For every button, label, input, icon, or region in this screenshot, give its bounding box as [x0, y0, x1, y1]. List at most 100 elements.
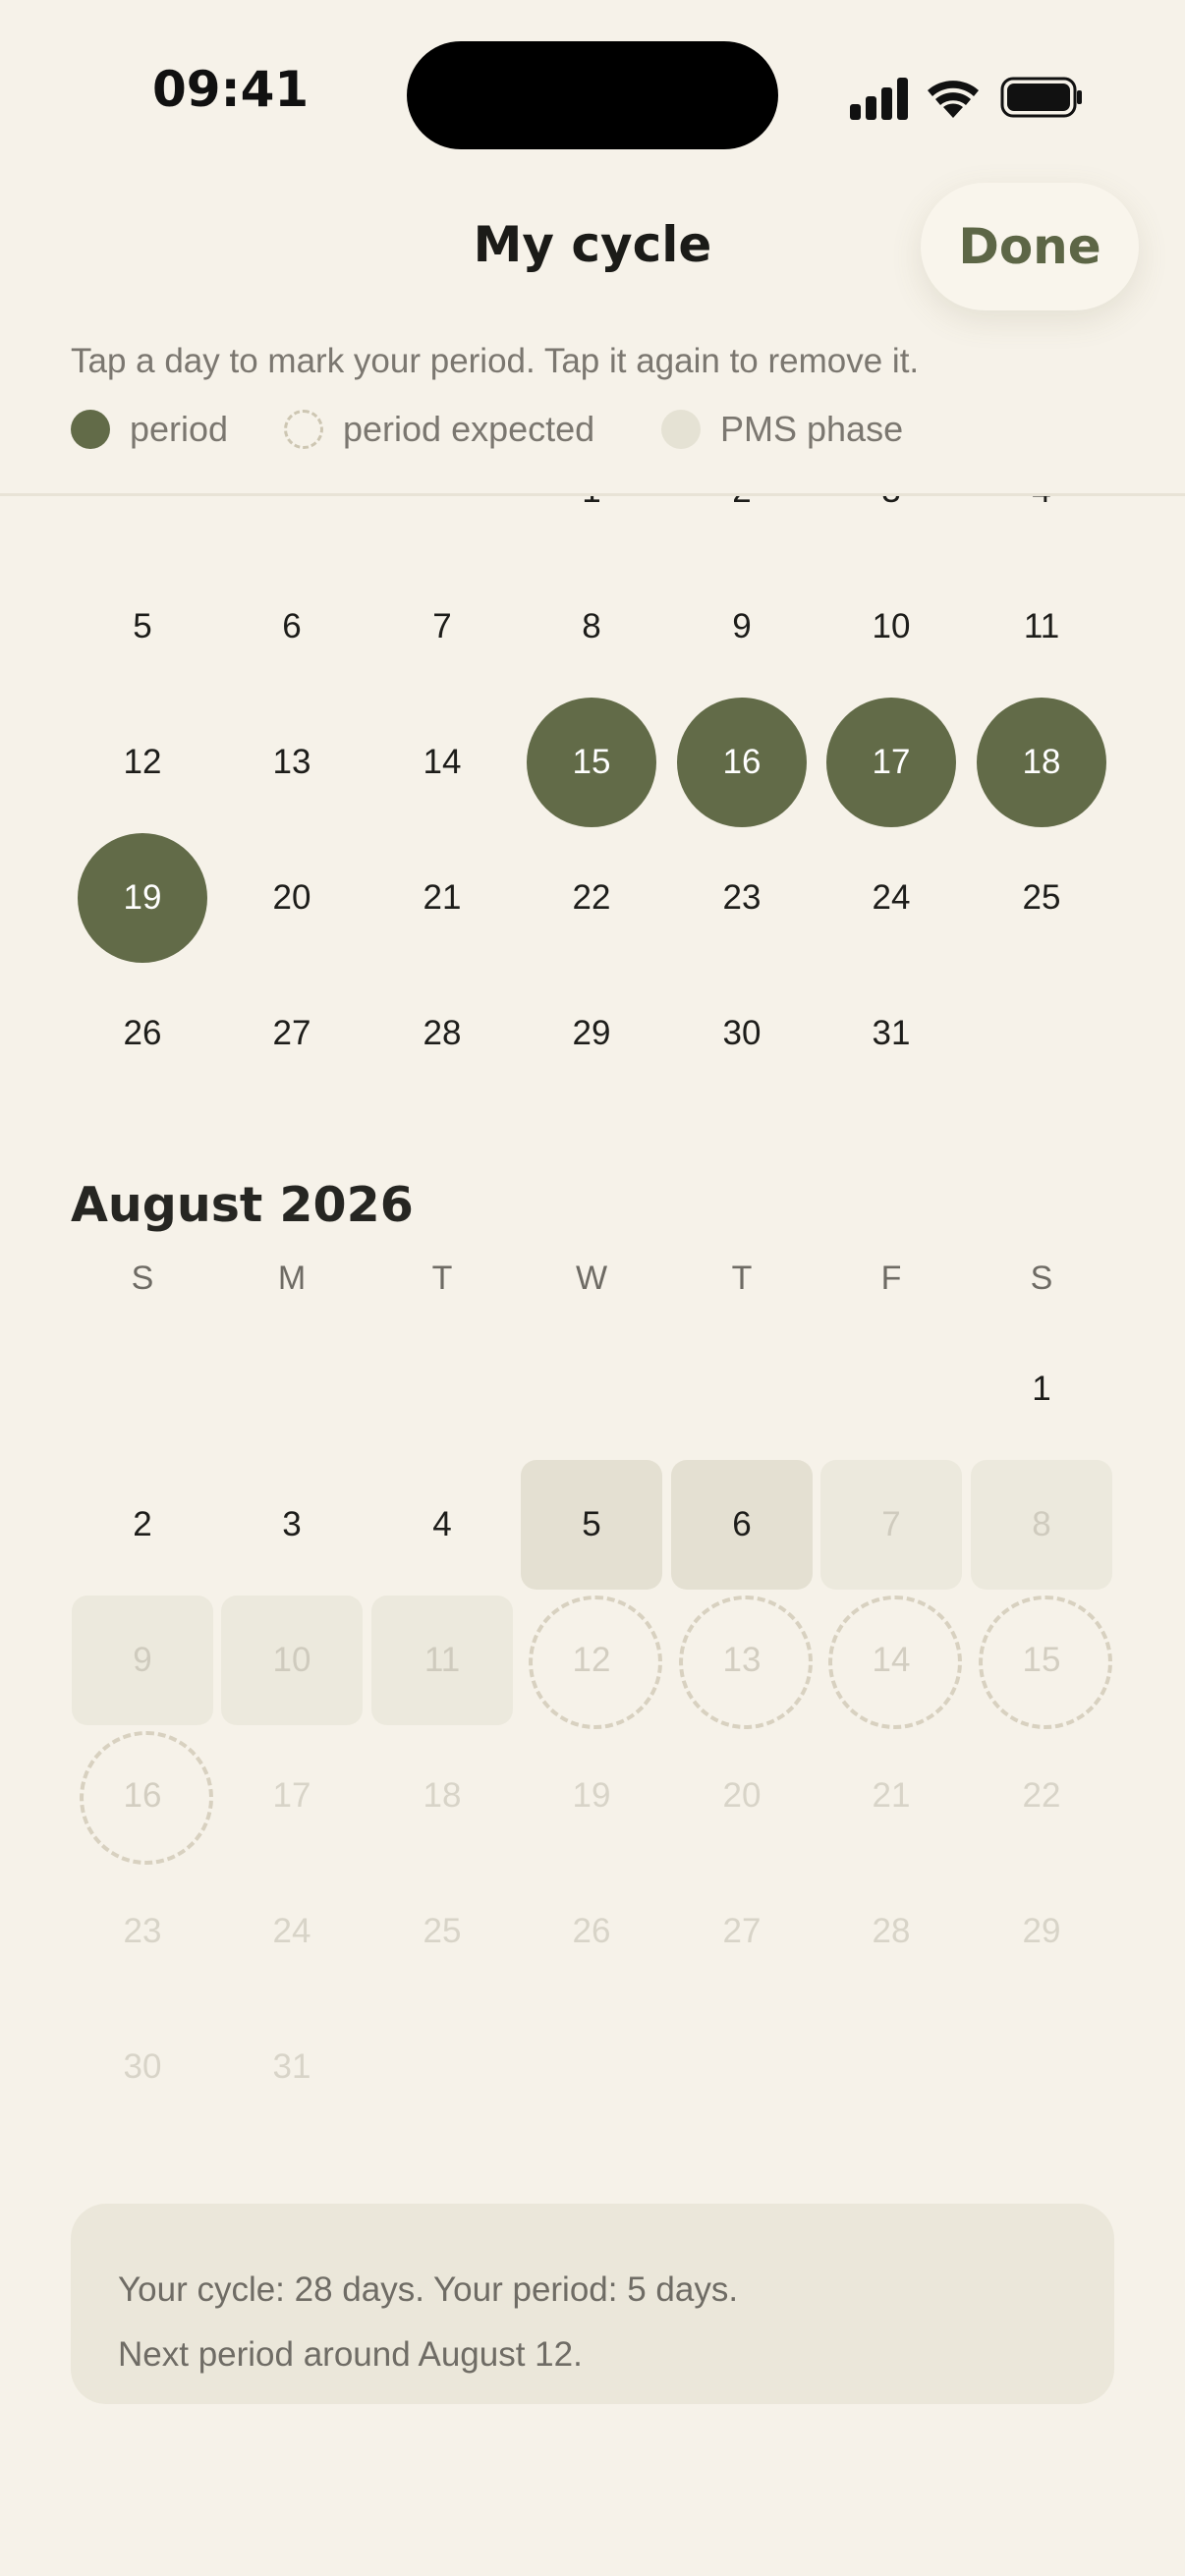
- calendar-day-number: 15: [572, 743, 611, 781]
- calendar-day[interactable]: 18: [968, 698, 1115, 827]
- calendar-day-number: 29: [572, 1014, 611, 1052]
- calendar-day[interactable]: 26: [69, 969, 216, 1098]
- cycle-screen: 09:41 My cycle Done Tap a day to mark yo…: [0, 0, 1185, 2576]
- calendar-day[interactable]: 21: [368, 833, 516, 963]
- calendar-day[interactable]: 22: [518, 833, 665, 963]
- summary-cycle-length: Your cycle: 28 days. Your period: 5 days…: [118, 2270, 739, 2309]
- calendar-day[interactable]: 23: [69, 1867, 216, 1996]
- pms-swatch-icon: [661, 410, 701, 449]
- battery-icon: [1000, 77, 1082, 118]
- calendar-day-number: 4: [1032, 496, 1050, 511]
- calendar-day-number: 1: [1032, 1370, 1051, 1408]
- calendar-day[interactable]: 10: [218, 1596, 366, 1725]
- calendar-day[interactable]: 29: [518, 969, 665, 1098]
- calendar-day[interactable]: 22: [968, 1731, 1115, 1861]
- calendar-day-number: 24: [272, 1912, 311, 1950]
- calendar-day-number: 14: [872, 1641, 911, 1679]
- calendar-day[interactable]: 19: [69, 833, 216, 963]
- calendar-day[interactable]: 15: [968, 1596, 1115, 1729]
- calendar-day-number: 30: [722, 1014, 762, 1052]
- calendar-day[interactable]: 2: [69, 1460, 216, 1590]
- expected-swatch-icon: [284, 410, 323, 449]
- status-time: 09:41: [152, 61, 310, 118]
- calendar-day[interactable]: 8: [968, 1460, 1115, 1590]
- calendar-day[interactable]: 10: [818, 562, 965, 692]
- calendar-day[interactable]: 18: [368, 1731, 516, 1861]
- calendar-day[interactable]: 16: [69, 1731, 216, 1865]
- calendar-day[interactable]: 21: [818, 1731, 965, 1861]
- calendar-day[interactable]: 24: [818, 833, 965, 963]
- calendar-day[interactable]: 16: [668, 698, 816, 827]
- calendar-day[interactable]: 28: [818, 1867, 965, 1996]
- calendar-day-number: 16: [722, 743, 762, 781]
- calendar-day-number: 5: [133, 607, 152, 645]
- calendar-day[interactable]: 6: [668, 1460, 816, 1590]
- calendar-day[interactable]: 31: [818, 969, 965, 1098]
- calendar-day[interactable]: 25: [368, 1867, 516, 1996]
- wifi-icon: [928, 81, 979, 118]
- calendar-day[interactable]: 7: [368, 562, 516, 692]
- calendar-day[interactable]: 29: [968, 1867, 1115, 1996]
- calendar-day-number: 23: [722, 878, 762, 917]
- calendar-day[interactable]: 7: [818, 1460, 965, 1590]
- calendar-day[interactable]: 25: [968, 833, 1115, 963]
- calendar-day[interactable]: 8: [518, 562, 665, 692]
- calendar-day[interactable]: 26: [518, 1867, 665, 1996]
- calendar-day[interactable]: 20: [218, 833, 366, 963]
- calendar-day[interactable]: 17: [218, 1731, 366, 1861]
- calendar-day[interactable]: 13: [218, 698, 366, 827]
- calendar-day[interactable]: 6: [218, 562, 366, 692]
- calendar-day[interactable]: 2: [668, 496, 816, 556]
- calendar-day[interactable]: 14: [368, 698, 516, 827]
- calendar-day[interactable]: 14: [818, 1596, 965, 1729]
- calendar-day[interactable]: 11: [368, 1596, 516, 1725]
- calendar-day-number: 3: [282, 1505, 302, 1543]
- calendar-day[interactable]: 5: [518, 1460, 665, 1590]
- calendar-day[interactable]: 9: [668, 562, 816, 692]
- weekday-label: S: [1030, 1260, 1053, 1297]
- calendar-day[interactable]: 31: [218, 2002, 366, 2132]
- calendar-day-number: 19: [123, 878, 162, 917]
- calendar-day-number: 30: [123, 2047, 162, 2086]
- calendar-day-number: 10: [872, 607, 911, 645]
- calendar-day[interactable]: 19: [518, 1731, 665, 1861]
- calendar-day[interactable]: 4: [368, 1460, 516, 1590]
- calendar-day[interactable]: 5: [69, 562, 216, 692]
- calendar-day[interactable]: 12: [69, 698, 216, 827]
- calendar-day-number: 17: [272, 1776, 311, 1815]
- calendar-day-number: 1: [582, 496, 600, 511]
- calendar-day[interactable]: 23: [668, 833, 816, 963]
- calendar-day-number: 26: [572, 1912, 611, 1950]
- legend-expected: period expected: [284, 405, 594, 454]
- calendar-day[interactable]: 28: [368, 969, 516, 1098]
- calendar-day[interactable]: 15: [518, 698, 665, 827]
- calendar-day[interactable]: 17: [818, 698, 965, 827]
- calendar-day[interactable]: 11: [968, 562, 1115, 692]
- calendar-day[interactable]: 1: [968, 1324, 1115, 1454]
- calendar-day-number: 29: [1022, 1912, 1061, 1950]
- calendar-day-number: 2: [133, 1505, 152, 1543]
- calendar-day[interactable]: 24: [218, 1867, 366, 1996]
- calendar-day[interactable]: 3: [818, 496, 965, 556]
- calendar-day[interactable]: 9: [69, 1596, 216, 1725]
- legend-label: PMS phase: [720, 409, 904, 449]
- calendar-day[interactable]: 13: [668, 1596, 816, 1729]
- calendar-scroll[interactable]: 1234567891011121314151617181920212223242…: [0, 496, 1185, 2363]
- calendar-day[interactable]: 30: [668, 969, 816, 1098]
- done-button[interactable]: Done: [921, 183, 1139, 310]
- calendar-day-number: 11: [1023, 607, 1060, 645]
- calendar-day[interactable]: 27: [218, 969, 366, 1098]
- calendar-day[interactable]: 4: [968, 496, 1115, 556]
- calendar-day[interactable]: 27: [668, 1867, 816, 1996]
- calendar-day[interactable]: 12: [518, 1596, 665, 1729]
- calendar-day[interactable]: 20: [668, 1731, 816, 1861]
- legend-pms: PMS phase: [661, 405, 903, 454]
- calendar-day[interactable]: 1: [518, 496, 665, 556]
- calendar-day-number: 20: [272, 878, 311, 917]
- calendar-day[interactable]: 3: [218, 1460, 366, 1590]
- period-swatch-icon: [71, 410, 110, 449]
- calendar-day[interactable]: 30: [69, 2002, 216, 2132]
- calendar-day-number: 31: [272, 2047, 311, 2086]
- calendar-day-number: 3: [881, 496, 900, 511]
- calendar-day-number: 7: [432, 607, 452, 645]
